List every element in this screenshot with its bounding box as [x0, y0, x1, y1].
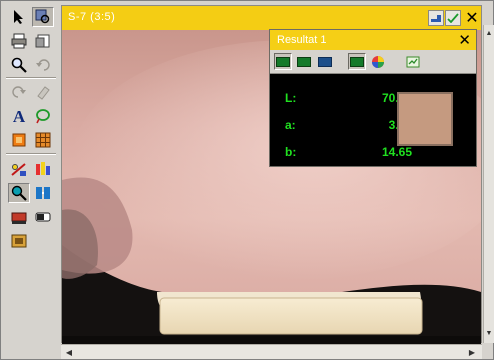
sample-icon[interactable]	[8, 231, 30, 251]
scroll-down-icon[interactable]: ▼	[484, 327, 494, 339]
close-icon[interactable]: ✕	[458, 31, 471, 49]
lasso-icon[interactable]	[32, 106, 54, 126]
b-value: 14.65	[381, 145, 412, 159]
eraser-icon[interactable]	[32, 82, 54, 102]
view-lch-icon[interactable]	[295, 53, 313, 70]
redo-icon[interactable]	[8, 82, 30, 102]
toolbox-separator	[6, 77, 56, 79]
palette-icon[interactable]	[32, 159, 54, 179]
result-title: Resultat 1	[277, 34, 327, 46]
view-lab-icon[interactable]	[274, 53, 292, 70]
vertical-scrollbar[interactable]: ▲ ▼	[483, 25, 494, 343]
result-titlebar[interactable]: Resultat 1 ✕	[270, 30, 476, 50]
histogram-icon[interactable]	[8, 207, 30, 227]
toggle-icon[interactable]	[32, 207, 54, 227]
l-label: L:	[285, 91, 297, 105]
toolbox: A	[4, 4, 60, 342]
export-icon[interactable]	[404, 53, 422, 70]
image-titlebar[interactable]: S-7 (3:5) ✕	[62, 6, 481, 30]
minimize-icon[interactable]	[428, 10, 444, 26]
color-wheel-icon[interactable]	[369, 53, 387, 70]
maximize-icon[interactable]	[445, 10, 461, 26]
view-rgb-icon[interactable]	[316, 53, 334, 70]
magnify-select-icon[interactable]	[32, 7, 54, 27]
grid-icon[interactable]	[32, 130, 54, 150]
view-table-icon[interactable]	[348, 53, 366, 70]
image-title: S-7 (3:5)	[68, 11, 116, 23]
undo-icon[interactable]	[32, 55, 54, 75]
toolbox-separator	[6, 153, 56, 155]
zoom-icon[interactable]	[8, 55, 30, 75]
print-icon[interactable]	[8, 31, 30, 51]
result-body: L: 70.23 a: 3.84 b: 14.65	[270, 74, 476, 166]
scroll-up-icon[interactable]: ▲	[484, 27, 494, 39]
b-label: b:	[285, 145, 297, 159]
result-panel: Resultat 1 ✕ L: 70.23 a: 3.84 b: 14.65	[269, 29, 477, 167]
text-icon[interactable]: A	[8, 106, 30, 126]
crop-icon[interactable]	[8, 130, 30, 150]
open-file-icon[interactable]	[32, 31, 54, 51]
horizontal-scrollbar[interactable]: ◀ ▶	[61, 344, 482, 359]
scroll-right-icon[interactable]: ▶	[466, 346, 478, 358]
measure-icon[interactable]	[8, 159, 30, 179]
compare-icon[interactable]	[32, 183, 54, 203]
a-label: a:	[285, 118, 296, 132]
color-picker-icon[interactable]	[8, 183, 30, 203]
close-icon[interactable]: ✕	[463, 8, 481, 28]
result-toolbar	[270, 50, 476, 74]
scroll-left-icon[interactable]: ◀	[63, 346, 75, 358]
app-frame: A S-7 (3:5) ✕ Resultat 1 ✕ L: a: b: 14.6…	[0, 0, 494, 360]
color-swatch	[397, 92, 453, 146]
pointer-arrow-icon[interactable]	[8, 7, 30, 27]
